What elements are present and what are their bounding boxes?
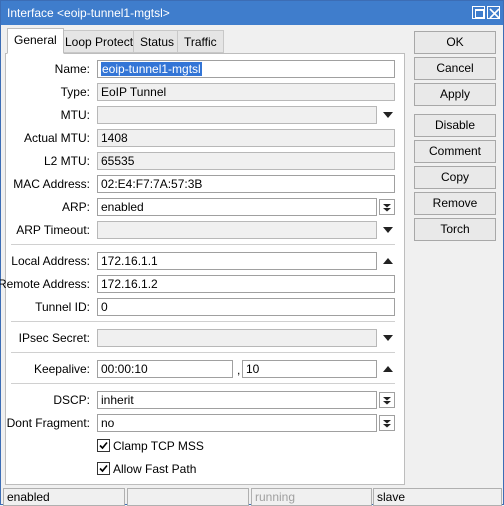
dscp-select[interactable]: inherit xyxy=(97,391,377,409)
arp-select[interactable]: enabled xyxy=(97,198,377,216)
checkmark-icon xyxy=(99,464,108,473)
window-title: Interface <eoip-tunnel1-mgtsl> xyxy=(7,6,170,20)
dscp-dropdown-button[interactable] xyxy=(379,392,395,408)
keepalive-collapse-icon[interactable] xyxy=(382,363,394,375)
name-label: Name: xyxy=(54,62,90,76)
type-label: Type: xyxy=(60,85,90,99)
disable-button[interactable]: Disable xyxy=(414,114,496,137)
keepalive-separator: , xyxy=(237,363,241,377)
keepalive-retries-input[interactable]: 10 xyxy=(242,360,377,378)
remote-address-label: Remote Address: xyxy=(0,277,90,291)
ipsec-secret-input[interactable] xyxy=(97,329,377,347)
clamp-tcp-mss-checkbox[interactable] xyxy=(97,439,110,452)
status-enabled: enabled xyxy=(3,488,125,506)
mac-address-input[interactable]: 02:E4:F7:7A:57:3B xyxy=(97,175,395,193)
dont-fragment-dropdown-button[interactable] xyxy=(379,415,395,431)
tab-general[interactable]: General xyxy=(7,28,64,54)
name-input[interactable]: eoip-tunnel1-mgtsl xyxy=(97,60,395,78)
local-address-label: Local Address: xyxy=(11,254,90,268)
cancel-button[interactable]: Cancel xyxy=(414,57,496,80)
separator xyxy=(11,244,395,245)
dont-fragment-select[interactable]: no xyxy=(97,414,377,432)
separator xyxy=(11,321,395,322)
mtu-input[interactable] xyxy=(97,106,377,124)
mtu-label: MTU: xyxy=(60,108,90,122)
ipsec-secret-dropdown-icon[interactable] xyxy=(382,332,394,344)
remote-address-input[interactable]: 172.16.1.2 xyxy=(97,275,395,293)
separator xyxy=(11,383,395,384)
tunnel-id-label: Tunnel ID: xyxy=(35,300,90,314)
tunnel-id-input[interactable]: 0 xyxy=(97,298,395,316)
copy-button[interactable]: Copy xyxy=(414,166,496,189)
keepalive-interval-input[interactable]: 00:00:10 xyxy=(97,360,233,378)
type-field: EoIP Tunnel xyxy=(97,83,395,101)
mac-address-label: MAC Address: xyxy=(13,177,90,191)
l2-mtu-label: L2 MTU: xyxy=(43,154,90,168)
remove-button[interactable]: Remove xyxy=(414,192,496,215)
arp-dropdown-button[interactable] xyxy=(379,199,395,215)
actual-mtu-label: Actual MTU: xyxy=(23,131,90,145)
actual-mtu-field: 1408 xyxy=(97,129,395,147)
torch-button[interactable]: Torch xyxy=(414,218,496,241)
ipsec-secret-label: IPsec Secret: xyxy=(18,331,90,345)
interface-window: Interface <eoip-tunnel1-mgtsl> General L… xyxy=(0,0,504,506)
name-value: eoip-tunnel1-mgtsl xyxy=(101,62,202,76)
double-chevron-down-icon xyxy=(383,397,391,405)
maximize-icon[interactable] xyxy=(472,6,485,19)
title-bar[interactable]: Interface <eoip-tunnel1-mgtsl> xyxy=(1,1,503,25)
arp-timeout-dropdown-icon[interactable] xyxy=(382,224,394,236)
clamp-tcp-mss-label: Clamp TCP MSS xyxy=(113,439,204,453)
comment-button[interactable]: Comment xyxy=(414,140,496,163)
local-address-input[interactable]: 172.16.1.1 xyxy=(97,252,377,270)
tab-traffic[interactable]: Traffic xyxy=(177,30,224,53)
allow-fast-path-label: Allow Fast Path xyxy=(113,462,197,476)
tab-loop-protect[interactable]: Loop Protect xyxy=(58,30,141,53)
arp-timeout-label: ARP Timeout: xyxy=(16,223,90,237)
status-role: slave xyxy=(373,488,502,506)
dont-fragment-label: Dont Fragment: xyxy=(6,416,90,430)
l2-mtu-field: 65535 xyxy=(97,152,395,170)
status-running: running xyxy=(251,488,372,506)
tab-status[interactable]: Status xyxy=(133,30,182,53)
dscp-label: DSCP: xyxy=(53,393,90,407)
double-chevron-down-icon xyxy=(383,420,391,428)
arp-label: ARP: xyxy=(61,200,90,214)
double-chevron-down-icon xyxy=(383,204,391,212)
allow-fast-path-checkbox[interactable] xyxy=(97,462,110,475)
apply-button[interactable]: Apply xyxy=(414,83,496,106)
status-empty xyxy=(127,488,249,506)
ok-button[interactable]: OK xyxy=(414,31,496,54)
local-address-collapse-icon[interactable] xyxy=(382,255,394,267)
arp-timeout-input[interactable] xyxy=(97,221,377,239)
checkmark-icon xyxy=(99,441,108,450)
keepalive-label: Keepalive: xyxy=(33,362,90,376)
close-icon[interactable] xyxy=(487,6,500,19)
separator xyxy=(11,352,395,353)
mtu-dropdown-icon[interactable] xyxy=(382,109,394,121)
